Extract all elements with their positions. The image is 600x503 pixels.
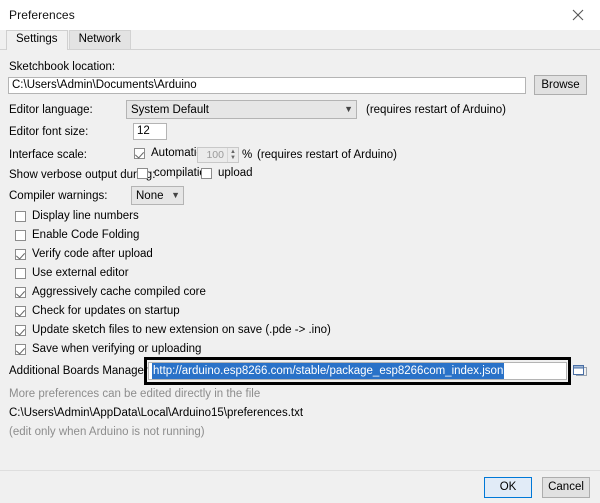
- interface-scale-label: Interface scale:: [9, 149, 87, 161]
- checkbox-box: [15, 229, 26, 241]
- checkbox-display-line-numbers[interactable]: Display line numbers: [15, 210, 139, 222]
- ok-button[interactable]: OK: [484, 476, 532, 498]
- interface-scale-automatic-checkbox[interactable]: Automatic: [134, 147, 202, 159]
- checkbox-box: [15, 267, 26, 279]
- preferences-file-path: C:\Users\Admin\AppData\Local\Arduino15\p…: [9, 407, 304, 419]
- checkbox-verify-code-after-upload[interactable]: Verify code after upload: [15, 248, 153, 260]
- compiler-warnings-value: None: [136, 189, 164, 202]
- checkbox-label: Enable Code Folding: [32, 229, 140, 241]
- checkbox-label: Check for updates on startup: [32, 305, 180, 317]
- checkbox-label: Update sketch files to new extension on …: [32, 324, 331, 336]
- browse-button-label: Browse: [541, 79, 580, 91]
- checkbox-box: [134, 147, 145, 159]
- checkbox-box: [15, 343, 26, 355]
- checkbox-label: Verify code after upload: [32, 248, 153, 260]
- editor-font-size-value: 12: [137, 125, 150, 137]
- interface-scale-percent-value: 100: [206, 149, 224, 161]
- checkbox-check-for-updates-on-startup[interactable]: Check for updates on startup: [15, 305, 180, 317]
- chevron-down-icon: ▼: [171, 190, 180, 200]
- editor-font-size-input[interactable]: 12: [133, 123, 167, 140]
- checkbox-label: Use external editor: [32, 267, 129, 279]
- stepper-down-icon: ▼: [230, 155, 236, 161]
- interface-scale-percent-stepper[interactable]: 100 ▲ ▼: [197, 147, 239, 163]
- checkbox-box: [201, 167, 212, 179]
- sketchbook-location-input[interactable]: C:\Users\Admin\Documents\Arduino: [8, 77, 526, 94]
- title-bar: Preferences: [0, 0, 600, 30]
- chevron-down-icon: ▼: [344, 104, 353, 114]
- dialog-footer: OK Cancel: [0, 470, 600, 503]
- more-preferences-line3: (edit only when Arduino is not running): [9, 426, 205, 438]
- checkbox-aggressively-cache-compiled-core[interactable]: Aggressively cache compiled core: [15, 286, 206, 298]
- checkbox-update-sketch-files-extension[interactable]: Update sketch files to new extension on …: [15, 324, 331, 336]
- tab-settings[interactable]: Settings: [6, 30, 68, 50]
- editor-language-label: Editor language:: [9, 104, 93, 116]
- editor-language-value: System Default: [131, 103, 209, 116]
- checkbox-box: [15, 324, 26, 336]
- settings-panel: Sketchbook location: C:\Users\Admin\Docu…: [0, 50, 600, 470]
- interface-scale-automatic-label: Automatic: [151, 147, 203, 159]
- more-preferences-line1: More preferences can be edited directly …: [9, 388, 261, 400]
- checkbox-use-external-editor[interactable]: Use external editor: [15, 267, 129, 279]
- editor-language-note: (requires restart of Arduino): [366, 104, 506, 116]
- ok-button-label: OK: [499, 480, 517, 493]
- checkbox-enable-code-folding[interactable]: Enable Code Folding: [15, 229, 139, 241]
- browse-button[interactable]: Browse: [534, 75, 587, 95]
- close-icon: [572, 9, 583, 21]
- close-button[interactable]: [555, 0, 600, 30]
- tab-settings-label: Settings: [16, 33, 58, 45]
- cancel-button[interactable]: Cancel: [542, 476, 590, 498]
- interface-scale-percent-suffix: %: [242, 149, 253, 161]
- window-title: Preferences: [9, 8, 75, 22]
- checkbox-label: Save when verifying or uploading: [32, 343, 202, 355]
- boards-manager-expand-button[interactable]: [572, 364, 588, 379]
- cancel-button-label: Cancel: [548, 480, 584, 493]
- verbose-upload-checkbox[interactable]: upload: [201, 167, 253, 179]
- compiler-warnings-label: Compiler warnings:: [9, 190, 108, 202]
- checkbox-box: [15, 210, 26, 222]
- preferences-dialog: Preferences Settings Network Sketchbook …: [0, 0, 600, 503]
- interface-scale-note: (requires restart of Arduino): [257, 149, 397, 161]
- sketchbook-label: Sketchbook location:: [9, 61, 116, 73]
- url-highlight-annotation: [144, 357, 571, 385]
- tab-network[interactable]: Network: [68, 30, 131, 49]
- stepper-arrows[interactable]: ▲ ▼: [227, 148, 238, 162]
- checkbox-label: Display line numbers: [32, 210, 139, 222]
- compiler-warnings-select[interactable]: None ▼: [131, 186, 184, 205]
- checkbox-save-when-verifying-or-uploading[interactable]: Save when verifying or uploading: [15, 343, 201, 355]
- checkbox-box: [15, 248, 26, 260]
- tab-strip: Settings Network: [0, 30, 600, 50]
- editor-language-select[interactable]: System Default ▼: [126, 100, 357, 119]
- editor-font-size-label: Editor font size:: [9, 126, 89, 138]
- checkbox-box: [137, 167, 148, 179]
- checkbox-label: Aggressively cache compiled core: [32, 286, 206, 298]
- verbose-output-label: Show verbose output during:: [9, 169, 156, 181]
- checkbox-box: [15, 305, 26, 317]
- tab-network-label: Network: [78, 33, 121, 45]
- checkbox-box: [15, 286, 26, 298]
- window-expand-icon: [573, 365, 587, 376]
- verbose-upload-label: upload: [218, 167, 253, 179]
- sketchbook-location-value: C:\Users\Admin\Documents\Arduino: [12, 79, 197, 91]
